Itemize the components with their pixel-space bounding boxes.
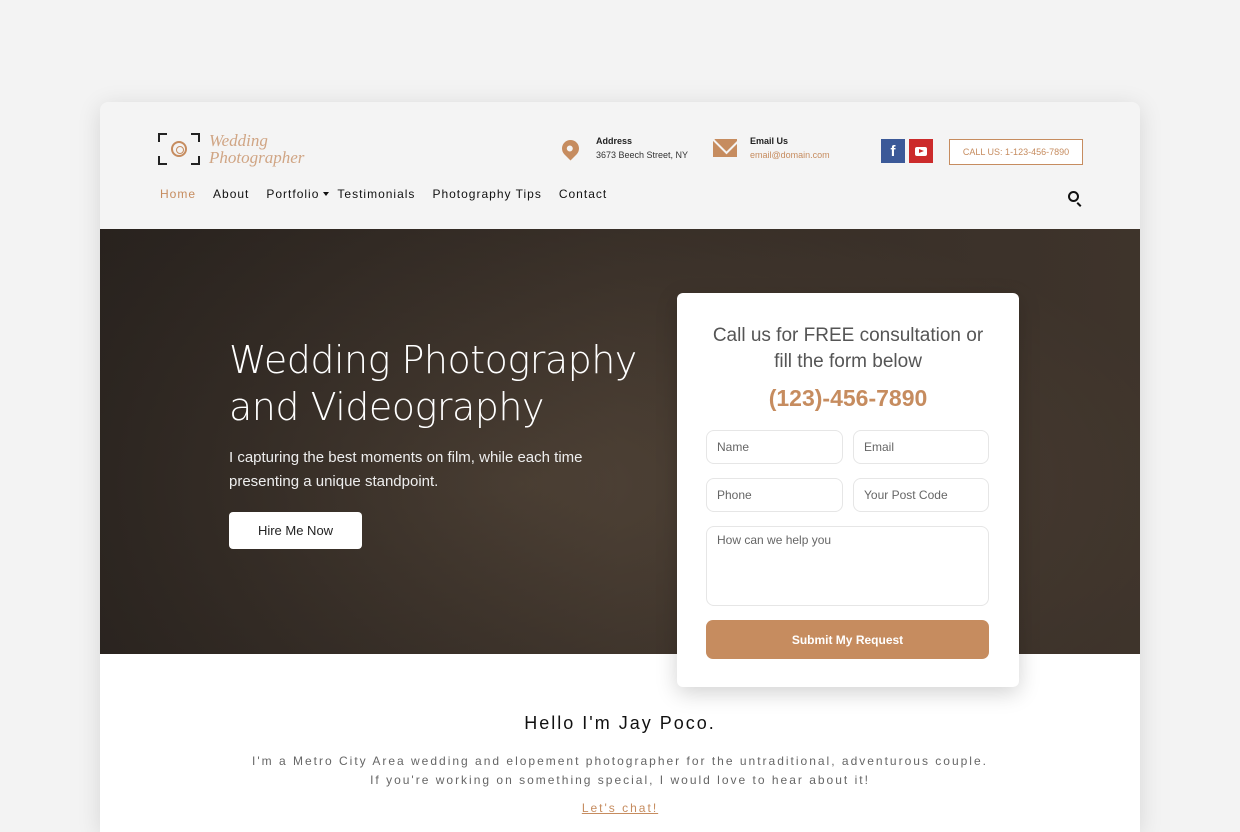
hire-me-button[interactable]: Hire Me Now — [229, 512, 362, 549]
postcode-input[interactable]: Your Post Code — [853, 478, 989, 512]
youtube-icon[interactable] — [909, 139, 933, 163]
email-title: Email Us — [750, 136, 789, 146]
about-title: Hello I'm Jay Poco. — [524, 713, 716, 733]
address-title: Address — [596, 136, 633, 146]
lets-chat-link[interactable]: Let's chat! — [582, 801, 658, 815]
email-input[interactable]: Email — [853, 430, 989, 464]
form-phone: (123)-456-7890 — [768, 385, 928, 411]
submit-button[interactable]: Submit My Request — [706, 620, 989, 659]
nav-testimonials[interactable]: Testimonials — [337, 187, 415, 201]
name-input[interactable]: Name — [706, 430, 843, 464]
nav-home[interactable]: Home — [160, 187, 196, 201]
nav-portfolio[interactable]: Portfolio — [266, 187, 330, 201]
nav-contact[interactable]: Contact — [559, 187, 607, 201]
caret-down-icon — [323, 192, 330, 196]
camera-icon — [158, 133, 200, 165]
about-text: I'm a Metro City Area wedding and elopem… — [252, 754, 988, 787]
site-header: Wedding Photographer Address 3673 Beech St… — [100, 102, 1140, 229]
email-link[interactable]: email@domain.com — [750, 150, 830, 160]
social-links: f — [881, 139, 933, 163]
hero-title: Wedding Photography and Videography — [229, 338, 637, 429]
facebook-icon[interactable]: f — [881, 139, 905, 163]
envelope-icon — [713, 139, 737, 157]
email-info: Email Us email@domain.com — [713, 136, 830, 160]
logo-text: Wedding Photographer — [209, 131, 305, 167]
map-pin-icon — [558, 135, 583, 161]
logo[interactable]: Wedding Photographer — [158, 132, 304, 166]
consultation-form: Call us for FREE consultation or fill the… — [677, 293, 1019, 687]
address-info: Address 3673 Beech Street, NY — [558, 135, 689, 161]
nav-photography-tips[interactable]: Photography Tips — [432, 187, 541, 201]
form-heading: Call us for FREE consultation or fill the… — [712, 325, 984, 372]
search-icon[interactable] — [1068, 191, 1079, 202]
main-nav: Home About Portfolio Testimonials Photog… — [160, 187, 624, 201]
phone-input[interactable]: Phone — [706, 478, 843, 512]
message-textarea[interactable]: How can we help you — [706, 526, 989, 606]
hero-subtitle: I capturing the best moments on film, wh… — [229, 449, 583, 490]
nav-about[interactable]: About — [213, 187, 249, 201]
nav-portfolio-label: Portfolio — [266, 187, 320, 201]
address-value: 3673 Beech Street, NY — [596, 150, 689, 160]
browser-frame: Wedding Photographer Address 3673 Beech St… — [100, 102, 1140, 832]
call-us-button[interactable]: CALL US: 1-123-456-7890 — [949, 139, 1083, 165]
